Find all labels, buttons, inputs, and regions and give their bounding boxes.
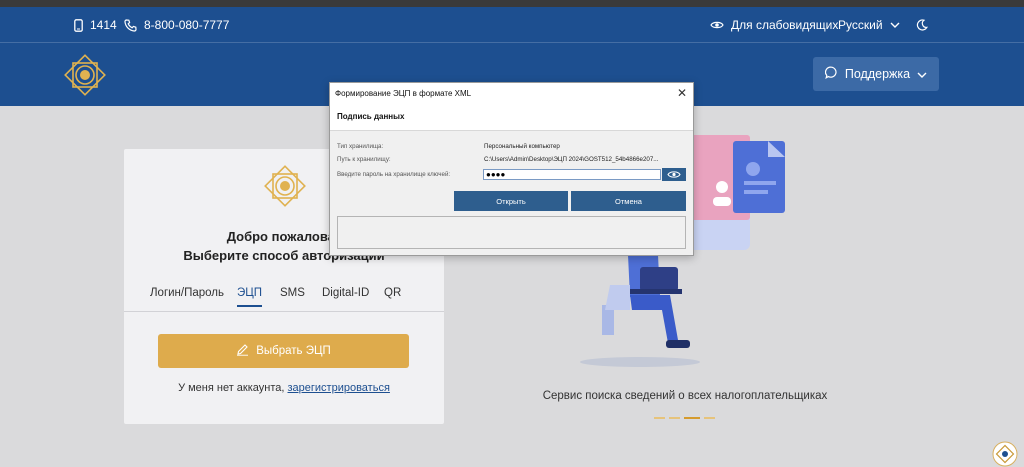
- chevron-down-icon: [890, 22, 900, 28]
- cancel-button[interactable]: Отмена: [571, 191, 686, 211]
- carousel-dot[interactable]: [704, 417, 715, 419]
- support-label: Поддержка: [844, 67, 911, 81]
- phone-text: 8-800-080-7777: [144, 18, 230, 32]
- short-phone-link[interactable]: 1414: [74, 7, 117, 43]
- close-icon[interactable]: ✕: [677, 85, 687, 101]
- browser-top-strip: [0, 0, 1024, 7]
- storage-path-label: Путь к хранилищу:: [337, 156, 391, 163]
- promo-tagline: Сервис поиска сведений о всех налогоплат…: [542, 390, 828, 402]
- moon-icon: [916, 19, 928, 31]
- dialog-titlebar: Формирование ЭЦП в формате XML: [330, 83, 693, 103]
- floating-emblem-icon[interactable]: [992, 441, 1018, 467]
- theme-toggle[interactable]: [916, 7, 928, 43]
- dialog-status-box: [337, 216, 686, 249]
- tab-qr[interactable]: QR: [384, 287, 401, 307]
- carousel-dot-active[interactable]: [684, 417, 700, 419]
- select-ecp-label: Выбрать ЭЦП: [256, 345, 331, 357]
- tabs-divider: [124, 311, 444, 312]
- chat-bubble-icon: [824, 66, 838, 82]
- eye-icon: [710, 20, 724, 30]
- accessibility-label: Для слабовидящих: [731, 18, 839, 32]
- phone-link[interactable]: 8-800-080-7777: [124, 7, 229, 43]
- accessibility-toggle[interactable]: Для слабовидящих: [710, 7, 838, 43]
- tab-login-password[interactable]: Логин/Пароль: [150, 287, 224, 307]
- pen-icon: [236, 343, 249, 359]
- storage-type-value: Персональный компьютер: [484, 143, 560, 150]
- mobile-icon: [74, 18, 83, 32]
- language-select[interactable]: Русский: [838, 7, 900, 43]
- card-logo: [260, 161, 310, 211]
- open-button[interactable]: Открыть: [454, 191, 568, 211]
- tab-ecp[interactable]: ЭЦП: [237, 287, 263, 307]
- show-password-eye-icon[interactable]: [662, 168, 686, 181]
- phone-icon: [124, 18, 137, 32]
- tab-sms[interactable]: SMS: [280, 287, 305, 307]
- site-logo[interactable]: [60, 50, 110, 100]
- tab-digital-id[interactable]: Digital-ID: [322, 287, 369, 307]
- no-account-line: У меня нет аккаунта, зарегистрироваться: [124, 382, 444, 394]
- password-label: Введите пароль на хранилище ключей:: [337, 171, 451, 178]
- register-link[interactable]: зарегистрироваться: [288, 382, 390, 394]
- utility-bar: 1414 8-800-080-7777 Для слабовидящих Рус…: [0, 7, 1024, 43]
- language-label: Русский: [838, 18, 883, 32]
- no-account-text: У меня нет аккаунта,: [178, 382, 285, 394]
- password-input[interactable]: ●●●●: [483, 169, 661, 180]
- select-ecp-button[interactable]: Выбрать ЭЦП: [158, 334, 409, 368]
- carousel-dots: [654, 417, 715, 419]
- support-button[interactable]: Поддержка: [813, 57, 939, 91]
- storage-type-label: Тип хранилища:: [337, 143, 384, 150]
- carousel-dot[interactable]: [654, 417, 665, 419]
- xml-signature-dialog: Формирование ЭЦП в формате XML ✕ Подпись…: [329, 82, 694, 256]
- short-phone-text: 1414: [90, 18, 117, 32]
- dialog-title: Формирование ЭЦП в формате XML: [335, 88, 472, 98]
- chevron-down-icon: [917, 67, 927, 81]
- storage-path-value: C:\Users\Admin\Desktop\ЭЦП 2024\GOST512_…: [484, 156, 659, 163]
- dialog-heading: Подпись данных: [330, 103, 693, 131]
- carousel-dot[interactable]: [669, 417, 680, 419]
